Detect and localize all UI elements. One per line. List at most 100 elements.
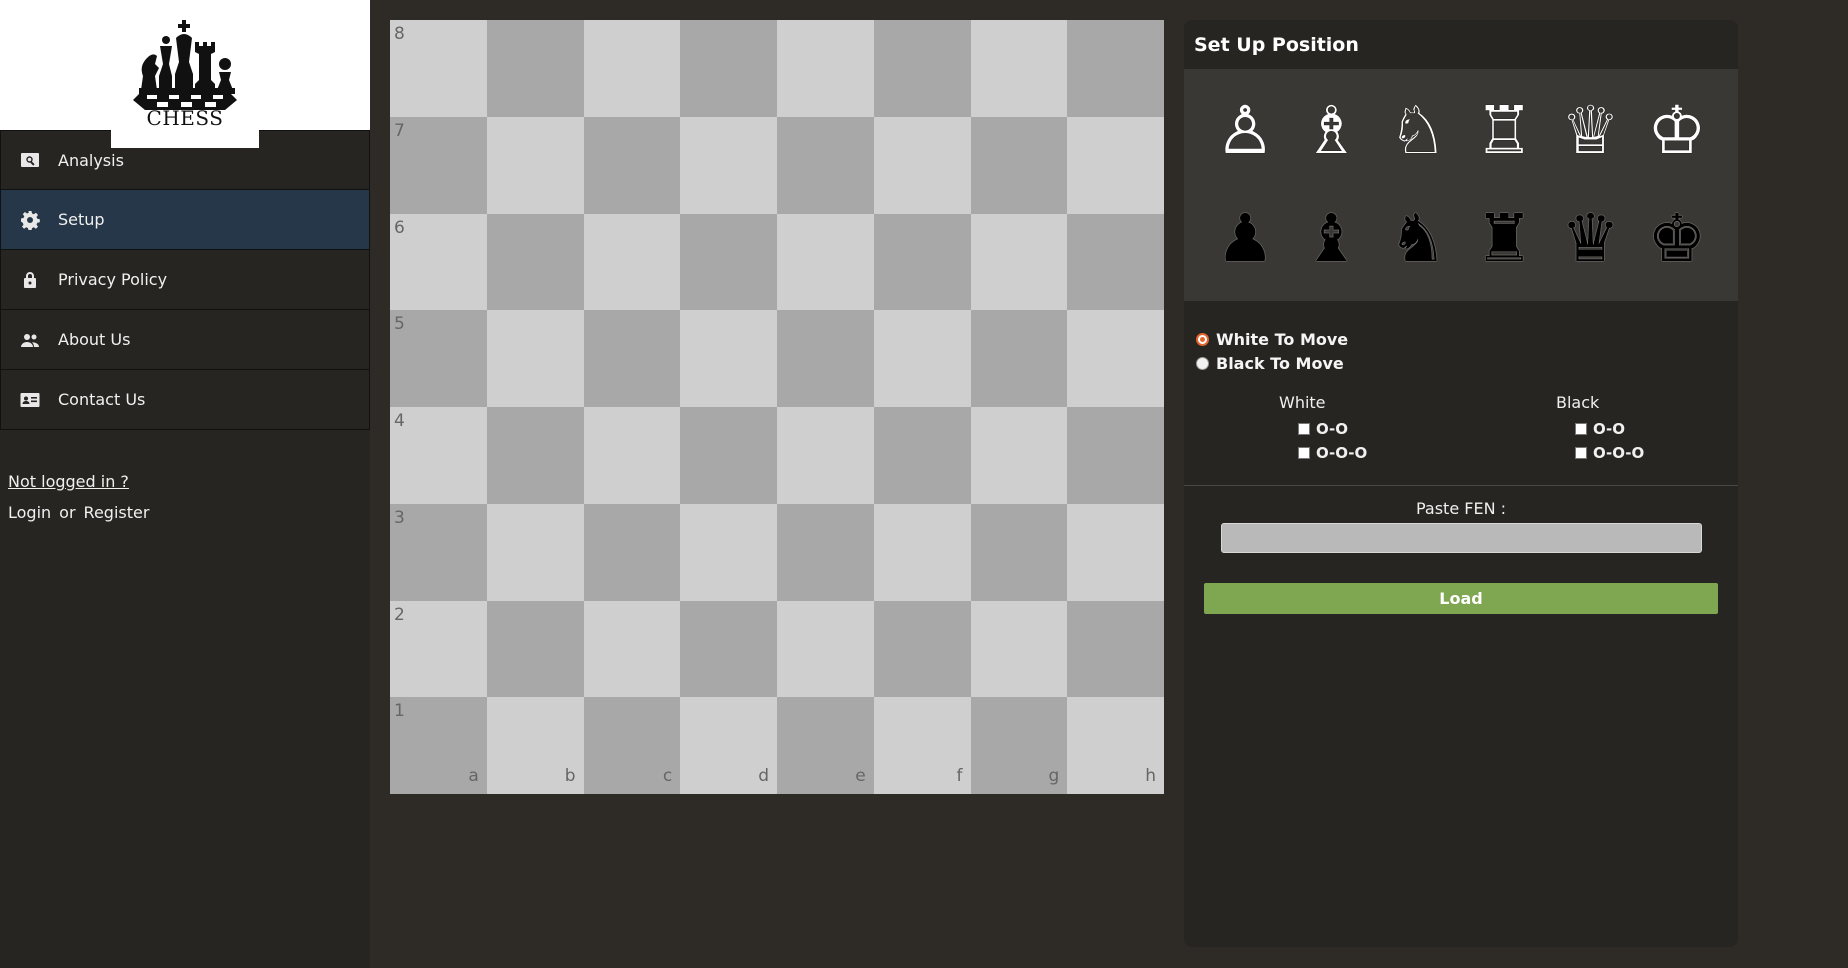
square-f6[interactable] [873,213,971,311]
square-g2[interactable] [970,600,1068,698]
square-c5[interactable] [583,310,681,407]
square-a8[interactable]: 8 [390,20,487,117]
square-d7[interactable] [680,116,777,214]
fen-input[interactable] [1220,523,1702,553]
square-a7[interactable]: 7 [390,116,487,214]
black-short-castle-checkbox[interactable] [1575,423,1587,435]
chess-board[interactable]: 87654321a bcdefgh [390,20,1164,794]
square-d5[interactable] [680,310,777,407]
black-rook-icon[interactable]: ♜ [1461,185,1547,293]
white-to-move-option[interactable]: White To Move [1196,327,1738,351]
square-c7[interactable] [583,116,681,214]
square-a5[interactable]: 5 [390,310,487,407]
square-a2[interactable]: 2 [390,600,487,698]
square-g4[interactable] [970,407,1068,504]
square-h7[interactable] [1067,116,1164,214]
white-bishop-icon[interactable]: ♗ [1288,77,1374,185]
square-c1[interactable]: c [583,697,681,794]
black-bishop-icon[interactable]: ♝ [1288,185,1374,293]
white-queen-icon[interactable]: ♕ [1547,77,1633,185]
square-b3[interactable] [486,503,584,601]
square-f3[interactable] [873,503,971,601]
white-long-castle-checkbox[interactable] [1298,447,1310,459]
sidebar-item-setup[interactable]: Setup [0,190,370,250]
square-g6[interactable] [970,213,1068,311]
black-king-icon[interactable]: ♚ [1634,185,1720,293]
square-h4[interactable] [1067,407,1164,504]
white-to-move-radio[interactable] [1196,332,1209,346]
file-label: b [564,766,576,786]
square-b1[interactable]: b [486,697,584,794]
square-c6[interactable] [583,213,681,311]
square-b7[interactable] [486,116,584,214]
square-h8[interactable] [1067,20,1164,117]
white-short-castle-checkbox[interactable] [1298,423,1310,435]
square-e7[interactable] [777,116,874,214]
square-e5[interactable] [777,310,874,407]
white-pawn-icon[interactable]: ♙ [1202,77,1288,185]
square-h1[interactable]: h [1067,697,1164,794]
square-b8[interactable] [486,20,584,117]
not-logged-in-link[interactable]: Not logged in ? [8,472,149,491]
white-knight-icon[interactable]: ♘ [1375,77,1461,185]
square-b5[interactable] [486,310,584,407]
square-f5[interactable] [873,310,971,407]
square-d4[interactable] [680,407,777,504]
square-e3[interactable] [777,503,874,601]
sidebar-item-about-us[interactable]: About Us [0,310,370,370]
square-c2[interactable] [583,600,681,698]
square-h6[interactable] [1067,213,1164,311]
black-long-castle[interactable]: O-O-O [1556,441,1644,465]
square-f4[interactable] [873,407,971,504]
sidebar-item-contact-us[interactable]: Contact Us [0,370,370,430]
load-button[interactable]: Load [1204,583,1718,614]
square-h2[interactable] [1067,600,1164,698]
square-b6[interactable] [486,213,584,311]
white-rook-icon[interactable]: ♖ [1461,77,1547,185]
square-d2[interactable] [680,600,777,698]
square-g8[interactable] [970,20,1068,117]
white-king-icon[interactable]: ♔ [1634,77,1720,185]
square-a3[interactable]: 3 [390,503,487,601]
square-d6[interactable] [680,213,777,311]
square-c8[interactable] [583,20,681,117]
black-long-castle-checkbox[interactable] [1575,447,1587,459]
square-g3[interactable] [970,503,1068,601]
square-h3[interactable] [1067,503,1164,601]
square-c4[interactable] [583,407,681,504]
square-f2[interactable] [873,600,971,698]
square-g7[interactable] [970,116,1068,214]
square-f8[interactable] [873,20,971,117]
square-e1[interactable]: e [777,697,874,794]
register-link[interactable]: Register [84,503,150,522]
white-short-castle[interactable]: O-O [1279,417,1367,441]
square-g5[interactable] [970,310,1068,407]
square-a1[interactable]: 1a [390,697,487,794]
square-e8[interactable] [777,20,874,117]
sidebar-item-label: Privacy Policy [58,270,168,289]
square-a6[interactable]: 6 [390,213,487,311]
square-f1[interactable]: f [873,697,971,794]
square-g1[interactable]: g [970,697,1068,794]
square-b2[interactable] [486,600,584,698]
black-to-move-option[interactable]: Black To Move [1196,351,1738,375]
square-d3[interactable] [680,503,777,601]
square-e2[interactable] [777,600,874,698]
sidebar-item-privacy-policy[interactable]: Privacy Policy [0,250,370,310]
black-pawn-icon[interactable]: ♟ [1202,185,1288,293]
square-e4[interactable] [777,407,874,504]
square-e6[interactable] [777,213,874,311]
black-queen-icon[interactable]: ♛ [1547,185,1633,293]
square-b4[interactable] [486,407,584,504]
square-d1[interactable]: d [680,697,777,794]
square-c3[interactable] [583,503,681,601]
login-link[interactable]: Login [8,503,51,522]
square-d8[interactable] [680,20,777,117]
square-a4[interactable]: 4 [390,407,487,504]
black-to-move-radio[interactable] [1196,356,1209,370]
black-knight-icon[interactable]: ♞ [1375,185,1461,293]
black-short-castle[interactable]: O-O [1556,417,1644,441]
square-f7[interactable] [873,116,971,214]
square-h5[interactable] [1067,310,1164,407]
white-long-castle[interactable]: O-O-O [1279,441,1367,465]
